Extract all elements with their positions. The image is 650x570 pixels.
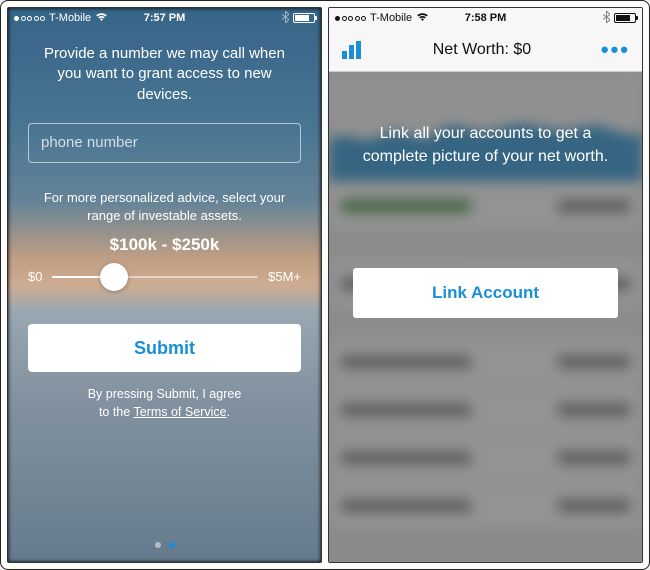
signal-strength-icon	[335, 16, 366, 21]
terms-of-service-link[interactable]: Terms of Service	[133, 405, 226, 419]
nav-title: Net Worth: $0	[433, 41, 531, 59]
advice-text: For more personalized advice, select you…	[32, 189, 297, 225]
terms-text: By pressing Submit, I agree to the Terms…	[28, 386, 301, 421]
status-bar: T-Mobile 7:57 PM	[8, 8, 321, 28]
phone-number-input[interactable]: phone number	[28, 123, 301, 163]
nav-bar: Net Worth: $0 •••	[329, 28, 642, 72]
status-bar: T-Mobile 7:58 PM	[329, 8, 642, 28]
page-dot-1[interactable]	[155, 542, 161, 548]
page-dot-2[interactable]	[169, 542, 175, 548]
page-indicator	[28, 522, 301, 548]
wifi-icon	[95, 12, 108, 25]
more-menu-icon[interactable]: •••	[601, 37, 630, 63]
net-worth-screen: T-Mobile 7:58 PM Net Worth: $0 •••	[328, 7, 643, 563]
phone-placeholder: phone number	[41, 134, 138, 151]
onboarding-screen: T-Mobile 7:57 PM Provide a number we may…	[7, 7, 322, 563]
slider-min-label: $0	[28, 269, 42, 284]
instruction-text: Provide a number we may call when you wa…	[32, 44, 297, 105]
slider-thumb[interactable]	[100, 263, 128, 291]
battery-icon	[614, 13, 636, 23]
carrier-label: T-Mobile	[370, 12, 412, 24]
chart-bars-icon[interactable]	[341, 41, 363, 59]
submit-button[interactable]: Submit	[28, 324, 301, 372]
wifi-icon	[416, 12, 429, 25]
carrier-label: T-Mobile	[49, 12, 91, 24]
bluetooth-icon	[282, 11, 289, 26]
signal-strength-icon	[14, 16, 45, 21]
overlay-message: Link all your accounts to get a complete…	[353, 122, 618, 168]
slider-max-label: $5M+	[268, 269, 301, 284]
link-accounts-overlay: Link all your accounts to get a complete…	[329, 72, 642, 562]
link-account-button[interactable]: Link Account	[353, 268, 618, 318]
asset-slider[interactable]	[52, 276, 258, 278]
bluetooth-icon	[603, 11, 610, 26]
asset-range-value: $100k - $250k	[28, 235, 301, 255]
battery-icon	[293, 13, 315, 23]
